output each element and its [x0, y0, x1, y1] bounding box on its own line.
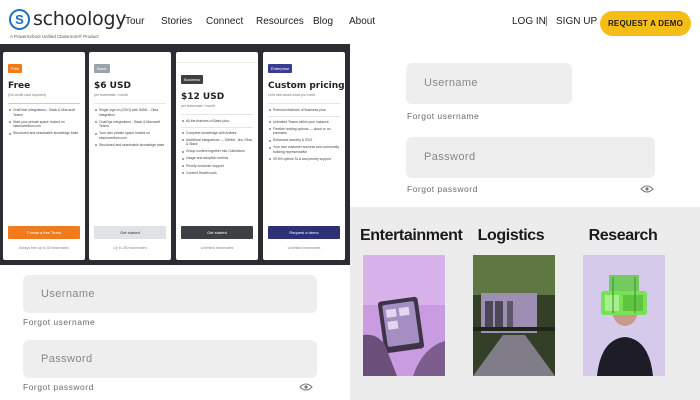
schoology-logo[interactable]: S schoology A PowerSchool Unified Classr… — [9, 8, 126, 40]
logo-mark-icon: S — [9, 9, 30, 30]
plan-note: Always free up to 50 teammates — [19, 246, 69, 250]
username-input[interactable]: Username — [406, 63, 572, 104]
forgot-password-link[interactable]: Forgot password — [407, 184, 478, 194]
request-demo-button[interactable]: REQUEST A DEMO — [600, 11, 691, 36]
plan-feature: Content Health tools — [182, 171, 253, 176]
plan-feature: Usage and adoption metrics — [182, 156, 253, 161]
pricing-card-enterprise: Enterprise Custom pricing Let's talk abo… — [263, 52, 345, 260]
divider — [8, 103, 80, 104]
divider — [181, 114, 253, 115]
card-toolbar — [176, 52, 258, 63]
plan-feature: All the features of Basic plus: — [182, 119, 253, 124]
login-link[interactable]: LOG IN — [512, 16, 546, 27]
plan-badge: Enterprise — [268, 64, 293, 73]
request-a-demo-button[interactable]: Request a demo — [268, 226, 340, 239]
plan-feature: Your own customer success and community … — [269, 145, 340, 155]
signup-link[interactable]: SIGN UP — [556, 16, 597, 27]
password-input[interactable]: Password — [23, 340, 317, 378]
forgot-username-link[interactable]: Forgot username — [23, 317, 95, 327]
pricing-card-business: Business $12 USD per teammate / month Al… — [176, 52, 258, 260]
nav-tour[interactable]: Tour — [125, 16, 144, 27]
plan-subtitle: Let's talk about what you need — [268, 93, 316, 97]
nav-stories[interactable]: Stories — [161, 16, 192, 27]
industry-title-research: Research — [588, 227, 658, 244]
plan-badge: Free — [8, 64, 23, 73]
plan-badge: Basic — [94, 64, 110, 73]
plan-title: $6 USD — [94, 81, 131, 91]
forgot-password-link[interactable]: Forgot password — [23, 382, 94, 392]
business-get-started-button[interactable]: Get started — [181, 226, 253, 239]
divider — [268, 103, 340, 104]
plan-feature: Structured and searchable knowledge base — [9, 131, 79, 136]
industry-title-entertainment: Entertainment — [360, 227, 463, 244]
plan-note: Unlimited teammates — [200, 246, 234, 250]
plan-subtitle: per teammate / month — [94, 93, 129, 97]
show-password-eye-icon[interactable] — [299, 383, 313, 391]
plan-feature: Unlimited Teams within your instance — [269, 120, 340, 125]
plan-feature: 99.5% uptime SLA and priority support — [269, 157, 340, 162]
plan-feature: Additional integrations — GitHub, Jira, … — [182, 137, 253, 147]
logo-tagline: A PowerSchool Unified Classroom® Product — [10, 34, 99, 39]
industries-section: Entertainment Logistics Research — [350, 207, 700, 400]
plan-note: Unlimited teammates — [287, 246, 321, 250]
nav-resources[interactable]: Resources — [256, 16, 304, 27]
plan-feature: Your own private space hosted on stackov… — [95, 131, 166, 140]
page: S schoology A PowerSchool Unified Classr… — [0, 0, 700, 400]
pricing-card-basic: Basic $6 USD per teammate / month Single… — [89, 52, 171, 260]
research-image[interactable] — [583, 255, 665, 376]
plan-badge: Business — [181, 75, 204, 84]
plan-feature: Flexible hosting options — cloud or on-p… — [269, 127, 340, 136]
plan-feature: Complete knowledge with Articles — [182, 131, 253, 136]
plan-feature: OneDrive integrations - Slack & Microsof… — [9, 108, 80, 117]
password-input[interactable]: Password — [406, 137, 655, 178]
entertainment-image[interactable] — [363, 255, 445, 376]
nav-connect[interactable]: Connect — [206, 16, 243, 27]
plan-feature: Start your private space hosted on stack… — [9, 120, 80, 129]
logo-wordmark: schoology — [33, 8, 127, 30]
plan-feature: Structured and searchable knowledge base — [95, 143, 165, 148]
username-input[interactable]: Username — [23, 275, 317, 313]
show-password-eye-icon[interactable] — [640, 185, 654, 193]
plan-feature: Priority customer support — [182, 164, 253, 169]
basic-get-started-button[interactable]: Get started — [94, 226, 166, 239]
plan-feature: Enhanced security & SSO — [269, 138, 340, 143]
divider — [94, 103, 166, 104]
plan-title: Custom pricing — [268, 81, 345, 91]
plan-feature: Premium features of Business plus: — [269, 108, 340, 113]
site-header: S schoology A PowerSchool Unified Classr… — [0, 0, 700, 44]
plan-feature: ChatOps integrations - Slack & Microsoft… — [95, 120, 166, 129]
plan-subtitle: per teammate / month — [181, 104, 216, 108]
nav-about[interactable]: About — [349, 16, 375, 27]
industry-title-logistics: Logistics — [477, 227, 545, 244]
plan-subtitle: (No credit card required) — [8, 93, 46, 97]
divider — [181, 126, 253, 128]
nav-blog[interactable]: Blog — [313, 16, 333, 27]
pricing-card-free: Free Free (No credit card required) OneD… — [3, 52, 85, 260]
pricing-panel: Free Free (No credit card required) OneD… — [0, 44, 350, 265]
forgot-username-link[interactable]: Forgot username — [407, 111, 479, 121]
plan-feature: Group content together into Collections — [182, 149, 253, 154]
create-free-team-button[interactable]: Create a free Team — [8, 226, 80, 239]
plan-title: Free — [8, 81, 31, 91]
divider — [268, 115, 340, 117]
nav-separator: | — [545, 16, 548, 27]
plan-note: Up to 250 teammates — [113, 246, 147, 250]
plan-feature: Single sign-on (SSO) with SAML - Okta in… — [95, 108, 166, 117]
plan-title: $12 USD — [181, 92, 225, 102]
logistics-image[interactable] — [473, 255, 555, 376]
